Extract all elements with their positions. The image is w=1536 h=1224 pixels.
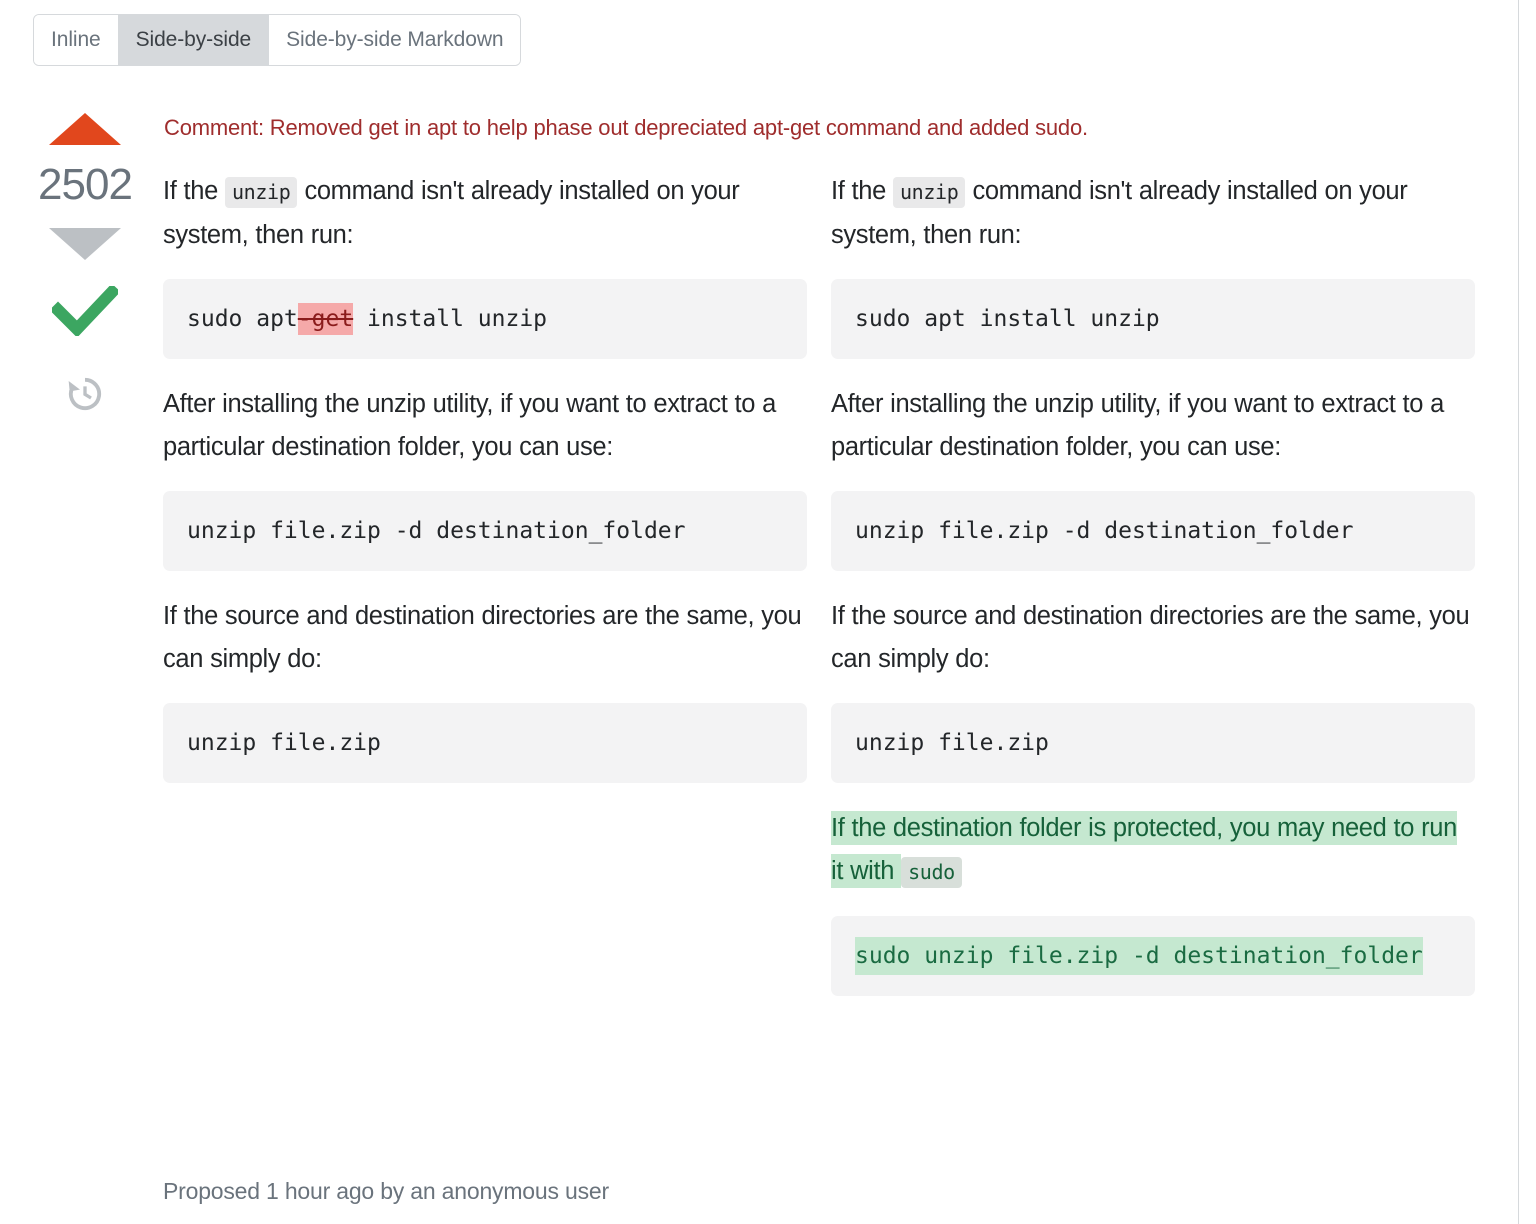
diff-view-tabs[interactable]: Inline Side-by-side Side-by-side Markdow…: [33, 14, 522, 66]
diff-column-proposed: If the unzip command isn't already insta…: [831, 170, 1475, 1020]
diff-column-original: If the unzip command isn't already insta…: [163, 170, 807, 1020]
original-empty-code-slot: [163, 894, 807, 998]
original-p1-inline-code: unzip: [224, 177, 298, 208]
original-code-block-3: unzip file.zip: [163, 703, 807, 783]
vote-gutter: 2502: [30, 105, 140, 414]
proposed-p1-inline-code: unzip: [892, 177, 966, 208]
original-code-block-1: sudo apt -get install unzip: [163, 279, 807, 359]
proposed-code-block-1: sudo apt install unzip: [831, 279, 1475, 359]
edit-review-page: Inline Side-by-side Side-by-side Markdow…: [0, 0, 1536, 1224]
proposed-code-block-4-added: sudo unzip file.zip -d destination_folde…: [831, 916, 1475, 996]
proposed-code-block-3: unzip file.zip: [831, 703, 1475, 783]
original-paragraph-1: If the unzip command isn't already insta…: [163, 170, 807, 257]
approve-button[interactable]: [30, 286, 140, 336]
tab-side-by-side[interactable]: Side-by-side: [118, 15, 270, 65]
edit-comment: Comment: Removed get in apt to help phas…: [164, 115, 1088, 140]
tab-side-by-side-markdown-label: Side-by-side Markdown: [286, 28, 504, 51]
proposed-code-block-2: unzip file.zip -d destination_folder: [831, 491, 1475, 571]
history-clock-icon: [68, 377, 102, 411]
history-button[interactable]: [30, 374, 140, 414]
tab-side-by-side-markdown[interactable]: Side-by-side Markdown: [269, 15, 521, 65]
triangle-up-icon[interactable]: [49, 113, 121, 145]
original-p1-text-before: If the: [163, 177, 225, 205]
tab-inline-label: Inline: [51, 28, 101, 51]
original-paragraph-3: If the source and destination directorie…: [163, 602, 802, 673]
page-right-divider: [1518, 0, 1519, 1224]
tab-side-by-side-label: Side-by-side: [135, 28, 252, 51]
original-code-block-2: unzip file.zip -d destination_folder: [163, 491, 807, 571]
triangle-down-icon[interactable]: [49, 228, 121, 260]
proposal-attribution: Proposed 1 hour ago by an anonymous user: [163, 1178, 609, 1204]
proposed-paragraph-4-added: If the destination folder is protected, …: [831, 807, 1475, 894]
original-code1-suffix: install unzip: [353, 306, 548, 332]
proposed-paragraph-2: After installing the unzip utility, if y…: [831, 390, 1444, 461]
original-code1-prefix: sudo apt: [187, 306, 298, 332]
proposed-p1-text-before: If the: [831, 177, 893, 205]
proposed-paragraph-3: If the source and destination directorie…: [831, 602, 1470, 673]
original-empty-paragraph-slot: [163, 807, 807, 894]
original-code1-deleted-text: -get: [297, 303, 354, 335]
diff-columns: If the unzip command isn't already insta…: [163, 170, 1503, 1020]
tab-inline[interactable]: Inline: [34, 15, 119, 65]
original-paragraph-2: After installing the unzip utility, if y…: [163, 390, 776, 461]
vote-count: 2502: [38, 160, 133, 209]
proposed-p4-added-inline-code: sudo: [901, 857, 962, 888]
proposed-code4-added-text: sudo unzip file.zip -d destination_folde…: [855, 937, 1423, 975]
proposed-paragraph-1: If the unzip command isn't already insta…: [831, 170, 1475, 257]
checkmark-icon: [52, 286, 118, 336]
